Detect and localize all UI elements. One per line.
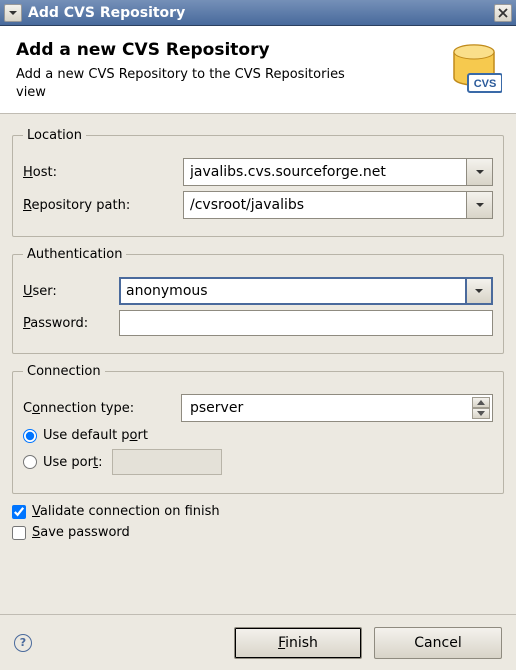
validate-checkbox[interactable] <box>12 505 26 519</box>
user-dropdown-button[interactable] <box>467 277 493 305</box>
connection-legend: Connection <box>23 364 105 379</box>
connection-type-label: Connection type: <box>23 401 181 416</box>
use-port-radio[interactable] <box>23 455 37 469</box>
cvs-repository-icon: CVS <box>446 40 502 96</box>
validate-label: Validate connection on finish <box>32 504 220 519</box>
window-menu-button[interactable] <box>4 4 22 22</box>
default-port-label: Use default port <box>43 428 148 443</box>
repo-path-input[interactable] <box>183 191 467 219</box>
host-label: Host: <box>23 165 183 180</box>
authentication-group: Authentication User: Password: <box>12 247 504 354</box>
location-legend: Location <box>23 128 86 143</box>
save-password-checkbox[interactable] <box>12 526 26 540</box>
titlebar: Add CVS Repository <box>0 0 516 26</box>
chevron-up-icon[interactable] <box>472 397 490 408</box>
repo-path-dropdown-button[interactable] <box>467 191 493 219</box>
connection-type-value: pserver <box>190 400 243 416</box>
user-label: User: <box>23 284 119 299</box>
connection-type-select[interactable]: pserver <box>181 394 493 422</box>
location-group: Location Host: Repository path: <box>12 128 504 237</box>
repo-path-label: Repository path: <box>23 198 183 213</box>
close-icon[interactable] <box>494 4 512 22</box>
password-input[interactable] <box>119 310 493 336</box>
user-input[interactable] <box>119 277 467 305</box>
finish-button[interactable]: Finish <box>234 627 362 659</box>
page-title: Add a new CVS Repository <box>16 40 500 60</box>
svg-text:CVS: CVS <box>474 78 497 90</box>
window-title: Add CVS Repository <box>28 5 494 21</box>
authentication-legend: Authentication <box>23 247 126 262</box>
default-port-radio[interactable] <box>23 429 37 443</box>
host-dropdown-button[interactable] <box>467 158 493 186</box>
use-port-label: Use port: <box>43 455 102 470</box>
dialog-body: Location Host: Repository path: Authenti… <box>0 114 516 550</box>
page-subtitle: Add a new CVS Repository to the CVS Repo… <box>16 66 356 101</box>
save-password-label: Save password <box>32 525 130 540</box>
connection-type-spinner[interactable] <box>472 397 490 419</box>
connection-group: Connection Connection type: pserver Use … <box>12 364 504 494</box>
help-icon[interactable]: ? <box>14 634 32 652</box>
port-input <box>112 449 222 475</box>
button-bar: ? Finish Cancel <box>0 614 516 670</box>
cancel-button[interactable]: Cancel <box>374 627 502 659</box>
chevron-down-icon[interactable] <box>472 408 490 419</box>
dialog-header: Add a new CVS Repository Add a new CVS R… <box>0 26 516 114</box>
password-label: Password: <box>23 316 119 331</box>
host-input[interactable] <box>183 158 467 186</box>
